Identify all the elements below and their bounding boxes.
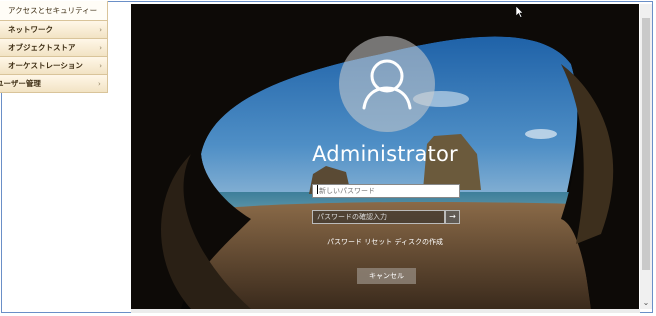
chevron-right-icon: › (99, 44, 102, 52)
menu-item-user-management[interactable]: ユーザー管理 › (0, 75, 108, 93)
scrollbar-thumb[interactable] (642, 18, 650, 270)
side-menu: アクセスとセキュリティー ネットワーク › オブジェクトストア › オーケストレ… (0, 1, 108, 93)
password-reset-disk-link[interactable]: パスワード リセット ディスクの作成 (131, 237, 639, 247)
menu-item-label: アクセスとセキュリティー (8, 6, 98, 15)
submit-arrow-button[interactable]: → (445, 210, 460, 224)
arrow-right-icon: → (449, 212, 456, 221)
text-caret (317, 185, 318, 194)
mouse-cursor-icon (516, 6, 524, 18)
chevron-right-icon: › (99, 26, 102, 34)
menu-item-orchestration[interactable]: オーケストレーション › (0, 57, 108, 75)
chevron-right-icon: › (99, 62, 102, 70)
new-password-placeholder: 新しいパスワード (319, 187, 375, 195)
new-password-field[interactable]: 新しいパスワード (312, 184, 460, 198)
username-label: Administrator (312, 142, 458, 166)
menu-item-label: ネットワーク (8, 25, 53, 34)
login-screen: Administrator 新しいパスワード パスワードの確認入力 → パスワー… (131, 4, 639, 309)
confirm-password-field[interactable]: パスワードの確認入力 (312, 210, 445, 224)
vertical-scrollbar[interactable]: ⌄ (640, 4, 652, 309)
cancel-button[interactable]: キャンセル (357, 268, 416, 284)
horizontal-scrollbar[interactable] (131, 309, 640, 313)
user-avatar (339, 36, 435, 132)
menu-item-label: オブジェクトストア (8, 43, 76, 52)
chevron-down-icon[interactable]: ⌄ (640, 298, 652, 307)
user-icon (362, 59, 412, 110)
confirm-password-placeholder: パスワードの確認入力 (317, 213, 387, 221)
menu-item-object-store[interactable]: オブジェクトストア › (0, 39, 108, 57)
menu-item-label: オーケストレーション (8, 61, 83, 70)
menu-item-network[interactable]: ネットワーク › (0, 21, 108, 39)
menu-item-access-security[interactable]: アクセスとセキュリティー (0, 1, 108, 21)
menu-item-label: ユーザー管理 (0, 79, 41, 88)
